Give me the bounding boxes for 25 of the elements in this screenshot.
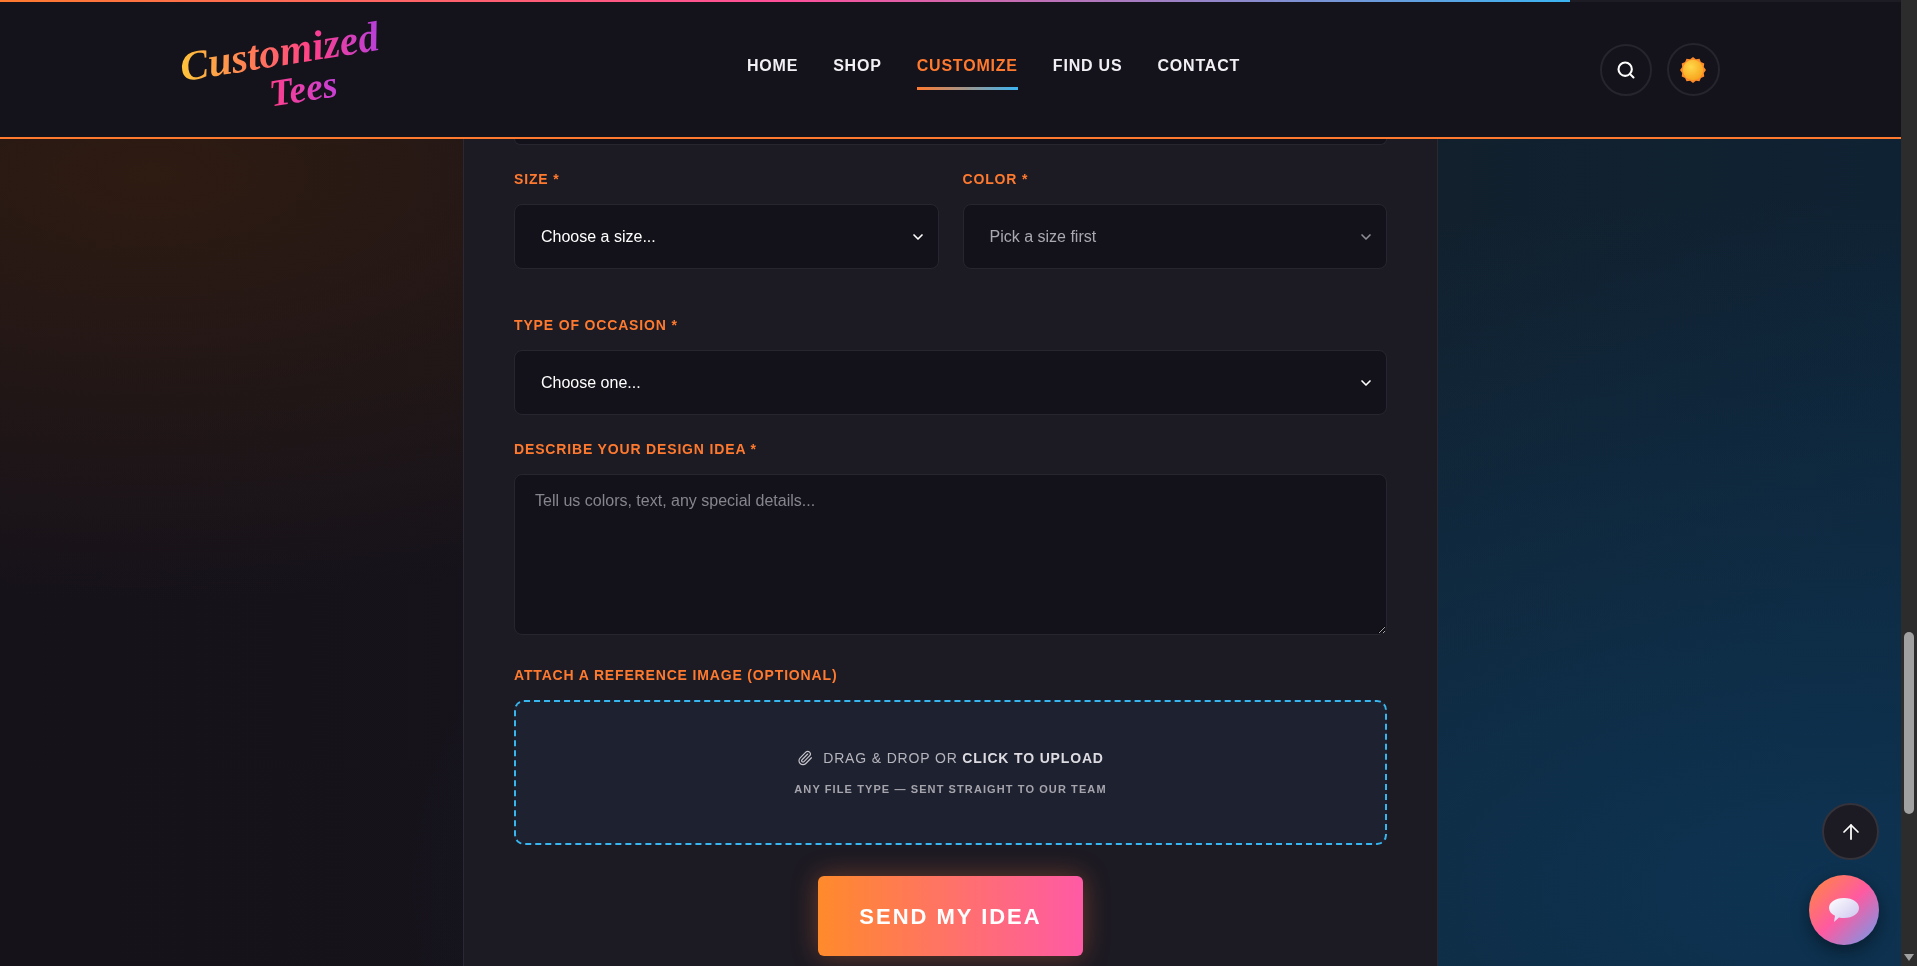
nav-link[interactable]: CUSTOMIZE [916,49,1018,90]
file-drop-zone[interactable]: DRAG & DROP OR CLICK TO UPLOAD ANY FILE TYPE — SENT STRAIGHT TO OUR TEAM [514,700,1387,845]
scrollbar[interactable] [1901,0,1917,966]
theme-toggle-button[interactable] [1666,43,1720,96]
field-label: DESCRIBE YOUR DESIGN IDEA * [514,441,758,458]
sun-icon [1680,56,1706,83]
nav-link[interactable]: FIND US [1052,49,1123,90]
upload-hint: ANY FILE TYPE — SENT STRAIGHT TO OUR TEAM [794,781,1107,797]
field-label: ATTACH A REFERENCE IMAGE (OPTIONAL) [514,667,839,684]
select-field[interactable]: Choose a size... [514,204,939,269]
nav-link[interactable]: CONTACT [1157,49,1241,90]
upload-prompt: DRAG & DROP OR CLICK TO UPLOAD [823,748,1104,768]
nav-link[interactable]: HOME [746,49,799,90]
field-label: SIZE * [514,171,561,188]
scrollbar-thumb[interactable] [1904,632,1914,814]
input-field[interactable] [514,139,1387,145]
field-label: COLOR * [962,171,1030,188]
design-idea-textarea[interactable]: Tell us colors, text, any special details... [514,474,1387,635]
scroll-down-arrow-icon[interactable] [1904,954,1914,961]
field-label: TYPE OF OCCASION * [514,317,679,334]
search-icon [1615,59,1636,80]
nav-link[interactable]: SHOP [833,49,882,90]
chat-bubble-icon [1828,897,1860,923]
paperclip-icon [797,750,814,767]
select-field[interactable]: Choose one... [514,350,1387,415]
